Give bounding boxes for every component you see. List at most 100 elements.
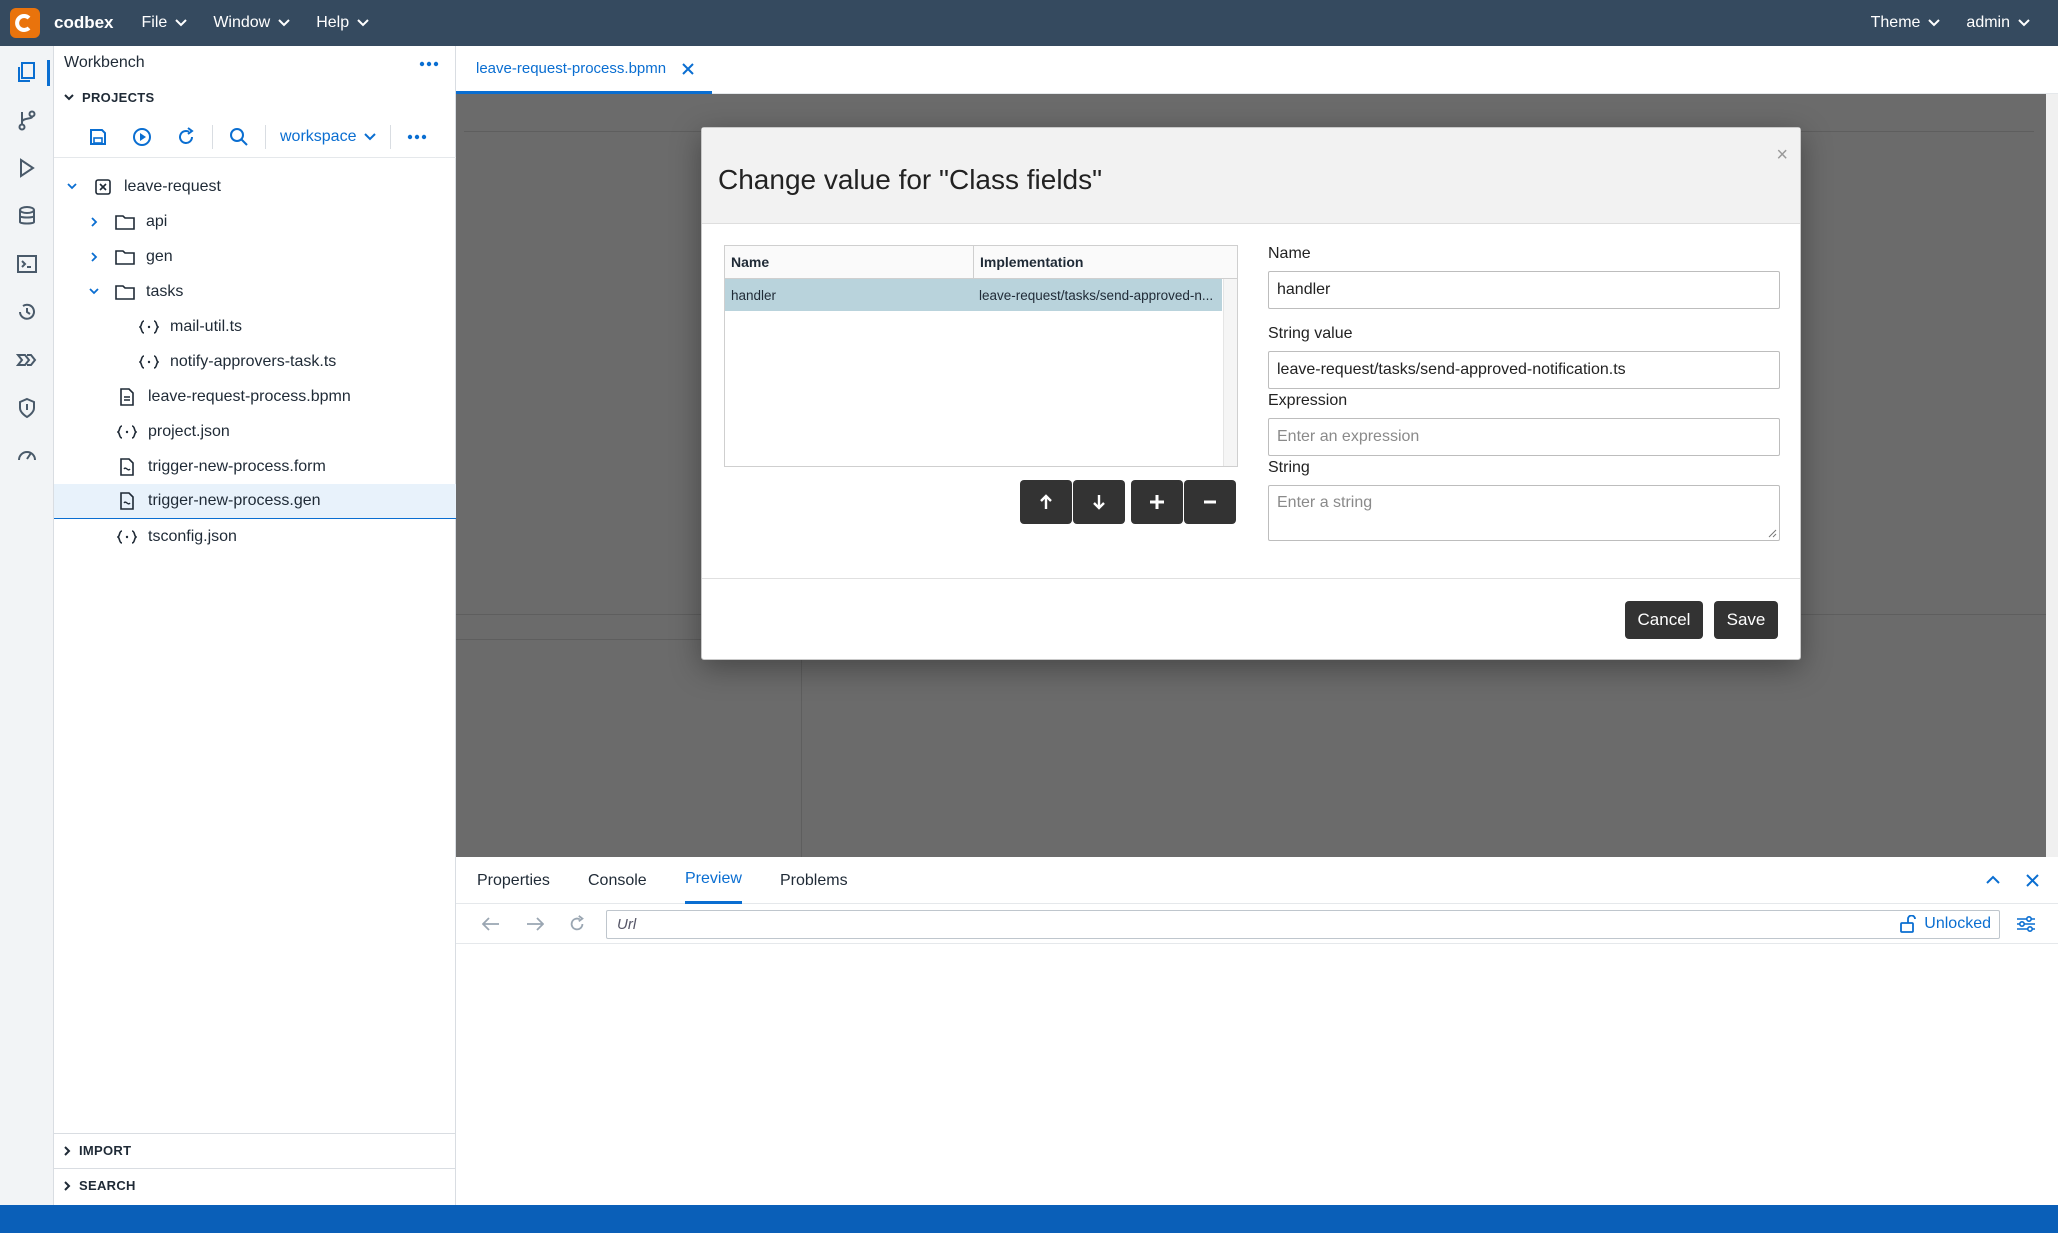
workspace-select[interactable]: workspace bbox=[270, 128, 386, 146]
bottom-panel-tabs: Properties Console Preview Problems bbox=[456, 857, 2058, 904]
search-section-header[interactable]: SEARCH bbox=[54, 1168, 456, 1202]
arrow-down-icon bbox=[1093, 495, 1105, 510]
document-icon bbox=[116, 387, 138, 406]
file-menu[interactable]: File bbox=[142, 14, 188, 32]
grid-header: Name Implementation bbox=[725, 246, 1237, 279]
lock-toggle[interactable]: Unlocked bbox=[1900, 915, 1991, 933]
tree-item-label: tsconfig.json bbox=[148, 527, 237, 545]
projects-section-header[interactable]: PROJECTS bbox=[54, 80, 456, 114]
tree-item-file[interactable]: leave-request-process.bpmn bbox=[54, 379, 456, 414]
refresh-button[interactable] bbox=[164, 119, 208, 155]
expression-input[interactable]: Enter an expression bbox=[1268, 418, 1780, 456]
tree-item-file[interactable]: project.json bbox=[54, 414, 456, 449]
grid-actions bbox=[1020, 480, 1237, 524]
tree-item-file[interactable]: trigger-new-process.form bbox=[54, 449, 456, 484]
process-flow-icon bbox=[16, 354, 37, 366]
tree-item-label: leave-request bbox=[124, 177, 221, 195]
tab-preview[interactable]: Preview bbox=[685, 857, 742, 904]
unlock-icon bbox=[1900, 915, 1917, 933]
tree-item-label: trigger-new-process.form bbox=[148, 457, 326, 475]
change-value-dialog: Change value for "Class fields" × Name I… bbox=[701, 127, 1801, 660]
editor-tab-bpmn[interactable]: leave-request-process.bpmn bbox=[456, 46, 713, 94]
tree-item-folder[interactable]: api bbox=[54, 204, 456, 239]
arrow-left-icon[interactable] bbox=[482, 917, 500, 931]
chevron-right-icon bbox=[86, 216, 102, 227]
activity-security[interactable] bbox=[0, 384, 54, 432]
workspace-select-label: workspace bbox=[280, 127, 357, 145]
add-row-button[interactable] bbox=[1131, 480, 1183, 524]
project-icon bbox=[92, 178, 114, 196]
tree-item-file[interactable]: notify-approvers-task.ts bbox=[54, 344, 456, 379]
save-dialog-button[interactable]: Save bbox=[1714, 601, 1778, 639]
save-icon bbox=[90, 128, 106, 145]
save-button[interactable] bbox=[76, 119, 120, 155]
resize-handle-icon[interactable] bbox=[1768, 529, 1777, 538]
window-menu[interactable]: Window bbox=[213, 14, 290, 32]
activity-process[interactable] bbox=[0, 336, 54, 384]
activity-workbench[interactable] bbox=[0, 48, 54, 96]
user-menu[interactable]: admin bbox=[1966, 14, 2030, 32]
expression-label: Expression bbox=[1268, 392, 1348, 409]
projects-more-button[interactable] bbox=[395, 119, 439, 155]
close-icon[interactable] bbox=[682, 62, 694, 75]
folder-icon bbox=[114, 249, 136, 265]
activity-history[interactable] bbox=[0, 288, 54, 336]
history-icon bbox=[19, 303, 35, 320]
maximize-panel-icon[interactable] bbox=[1986, 875, 2000, 885]
tree-item-file[interactable]: trigger-new-process.gen bbox=[54, 484, 456, 519]
settings-sliders-icon[interactable] bbox=[2016, 915, 2036, 933]
tree-item-label: gen bbox=[146, 247, 173, 265]
search-button[interactable] bbox=[217, 119, 261, 155]
publish-button[interactable] bbox=[120, 119, 164, 155]
chevron-down-icon bbox=[2018, 19, 2030, 27]
theme-menu[interactable]: Theme bbox=[1871, 14, 1941, 32]
tree-item-project[interactable]: leave-request bbox=[54, 169, 456, 204]
tab-problems[interactable]: Problems bbox=[780, 857, 848, 904]
tree-item-folder[interactable]: gen bbox=[54, 239, 456, 274]
theme-menu-label: Theme bbox=[1870, 14, 1921, 31]
toolbar-divider bbox=[265, 124, 266, 149]
tree-item-label: api bbox=[146, 212, 168, 230]
lock-status-label: Unlocked bbox=[1924, 915, 1991, 932]
dialog-title: Change value for "Class fields" bbox=[718, 164, 1103, 195]
name-input[interactable]: handler bbox=[1268, 271, 1780, 309]
editor-scrollbar[interactable] bbox=[2046, 94, 2058, 857]
plus-icon bbox=[1150, 495, 1164, 509]
activity-terminal[interactable] bbox=[0, 240, 54, 288]
string-textarea[interactable]: Enter a string bbox=[1268, 485, 1780, 541]
activity-debug[interactable] bbox=[0, 144, 54, 192]
dialog-close-button[interactable]: × bbox=[1776, 144, 1788, 167]
tab-console[interactable]: Console bbox=[588, 857, 647, 904]
grid-cell-name: handler bbox=[731, 287, 777, 303]
string-value-input[interactable]: leave-request/tasks/send-approved-notifi… bbox=[1268, 351, 1780, 389]
move-up-button[interactable] bbox=[1020, 480, 1072, 524]
file-menu-label: File bbox=[141, 14, 168, 31]
code-file-icon bbox=[138, 319, 160, 335]
explorer-more-button[interactable] bbox=[419, 54, 439, 72]
tree-item-label: leave-request-process.bpmn bbox=[148, 387, 351, 405]
close-panel-icon[interactable] bbox=[2026, 874, 2039, 887]
grid-row[interactable]: handler leave-request/tasks/send-approve… bbox=[725, 279, 1222, 311]
remove-row-button[interactable] bbox=[1184, 480, 1236, 524]
tree-item-file[interactable]: mail-util.ts bbox=[54, 309, 456, 344]
activity-dashboard[interactable] bbox=[0, 432, 54, 480]
tree-item-folder[interactable]: tasks bbox=[54, 274, 456, 309]
import-section-header[interactable]: IMPORT bbox=[54, 1133, 456, 1167]
activity-git[interactable] bbox=[0, 96, 54, 144]
refresh-icon[interactable] bbox=[568, 915, 586, 933]
tree-item-file[interactable]: tsconfig.json bbox=[54, 519, 456, 554]
chevron-down-icon bbox=[278, 19, 290, 27]
string-label: String bbox=[1268, 459, 1310, 476]
grid-scrollbar[interactable] bbox=[1223, 279, 1237, 466]
tree-item-label: mail-util.ts bbox=[170, 317, 243, 335]
arrow-up-icon bbox=[1040, 494, 1052, 509]
folder-icon bbox=[114, 214, 136, 230]
cancel-button[interactable]: Cancel bbox=[1625, 601, 1703, 639]
activity-database[interactable] bbox=[0, 192, 54, 240]
arrow-right-icon[interactable] bbox=[526, 917, 544, 931]
code-file-icon bbox=[138, 354, 160, 370]
help-menu[interactable]: Help bbox=[316, 14, 369, 32]
tab-properties[interactable]: Properties bbox=[477, 857, 550, 904]
url-input[interactable]: Url Unlocked bbox=[606, 910, 2000, 939]
move-down-button[interactable] bbox=[1073, 480, 1125, 524]
